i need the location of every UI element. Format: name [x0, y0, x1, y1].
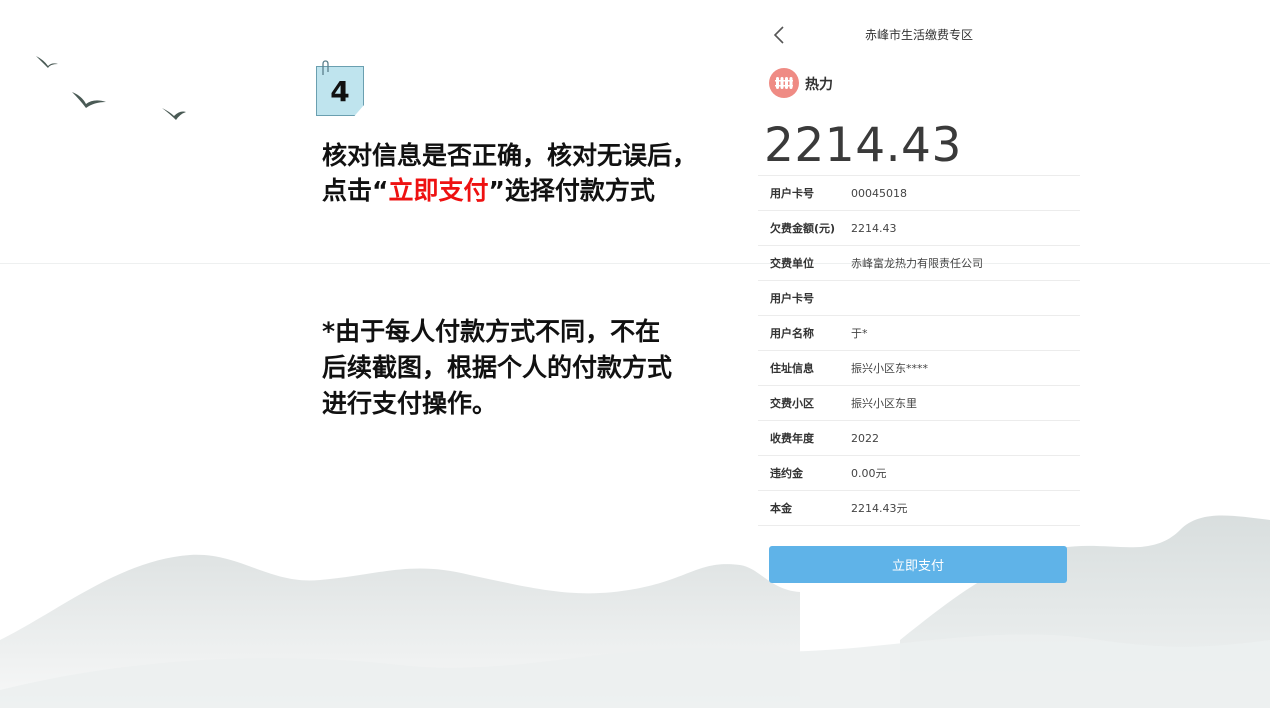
- list-item: 用户卡号: [758, 281, 1080, 316]
- list-item: 交费小区 振兴小区东里: [758, 386, 1080, 421]
- instruction-line-1: 核对信息是否正确，核对无误后，: [322, 141, 698, 170]
- bill-detail-list: 用户卡号 00045018 欠费金额(元) 2214.43 交费单位 赤峰富龙热力有限…: [758, 175, 1080, 526]
- app-screenshot: 赤峰市生活缴费专区 热力 2214.43 用户卡号 00045018 欠费金额(元…: [758, 0, 1080, 600]
- list-item: 住址信息 振兴小区东****: [758, 351, 1080, 386]
- list-item: 本金 2214.43元: [758, 491, 1080, 526]
- bird-icon: [36, 56, 58, 68]
- instruction-line-2: 点击“立即支付”选择付款方式: [322, 173, 697, 208]
- row-label: 欠费金额(元): [770, 222, 836, 235]
- row-value: 0.00元: [851, 467, 887, 480]
- payment-note: *由于每人付款方式不同，不在 后续截图，根据个人的付款方式 进行支付操作。: [322, 314, 672, 422]
- paperclip-icon: [322, 60, 329, 75]
- note-line-1: *由于每人付款方式不同，不在: [322, 317, 661, 346]
- list-item: 交费单位 赤峰富龙热力有限责任公司: [758, 246, 1080, 281]
- heating-radiator-icon: [769, 68, 799, 98]
- row-value: 2214.43: [851, 221, 897, 235]
- birds-decoration: [36, 56, 186, 120]
- row-value: 2022: [851, 431, 879, 445]
- row-label: 本金: [770, 502, 792, 515]
- amount-due: 2214.43: [764, 118, 962, 173]
- row-value: 00045018: [851, 186, 907, 200]
- row-label: 用户卡号: [770, 292, 814, 305]
- instruction-prefix: 点击“: [322, 176, 389, 205]
- row-label: 违约金: [770, 467, 803, 480]
- service-name: 热力: [805, 77, 833, 93]
- list-item: 用户卡号 00045018: [758, 176, 1080, 211]
- pay-now-button[interactable]: 立即支付: [769, 546, 1067, 583]
- bird-icon: [162, 108, 186, 120]
- row-value: 2214.43元: [851, 502, 908, 515]
- row-label: 交费小区: [770, 397, 814, 410]
- note-line-2: 后续截图，根据个人的付款方式: [322, 353, 673, 382]
- app-title: 赤峰市生活缴费专区: [864, 28, 973, 42]
- row-value: 于*: [851, 327, 868, 340]
- list-item: 欠费金额(元) 2214.43: [758, 211, 1080, 246]
- row-label: 用户卡号: [770, 187, 814, 200]
- row-value: 赤峰富龙热力有限责任公司: [851, 257, 983, 270]
- list-item: 违约金 0.00元: [758, 456, 1080, 491]
- bird-icon: [72, 92, 106, 108]
- instruction-text: 核对信息是否正确，核对无误后， 点击“立即支付”选择付款方式: [322, 138, 697, 208]
- instruction-suffix: ”选择付款方式: [488, 176, 655, 205]
- row-value: 振兴小区东****: [851, 362, 928, 375]
- step-number: 4: [330, 74, 350, 108]
- row-value: 振兴小区东里: [851, 397, 917, 410]
- list-item: 用户名称 于*: [758, 316, 1080, 351]
- list-item: 收费年度 2022: [758, 421, 1080, 456]
- row-label: 用户名称: [770, 327, 814, 340]
- row-label: 住址信息: [770, 362, 814, 375]
- row-label: 收费年度: [770, 432, 814, 445]
- note-line-3: 进行支付操作。: [322, 389, 498, 418]
- instruction-highlight: 立即支付: [388, 176, 489, 205]
- row-label: 交费单位: [770, 257, 814, 270]
